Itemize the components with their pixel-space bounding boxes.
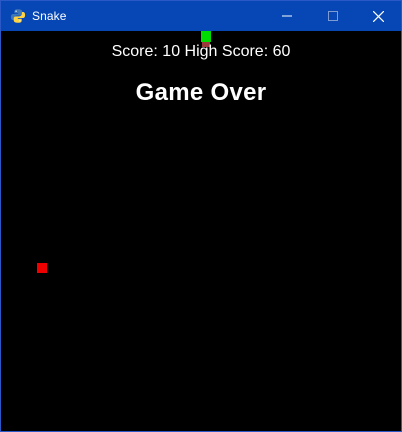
close-icon <box>372 10 384 22</box>
minimize-button[interactable] <box>264 1 310 31</box>
python-icon <box>10 8 26 24</box>
title-bar[interactable]: Snake <box>1 1 401 31</box>
game-over-text: Game Over <box>135 79 267 106</box>
game-canvas[interactable]: Score: 10 High Score: 60 Game Over <box>1 31 401 431</box>
score-display: Score: 10 High Score: 60 <box>111 43 291 60</box>
maximize-button[interactable] <box>310 1 356 31</box>
snake-window: Snake Score: 10 High Score: 60 Game Over <box>0 0 402 432</box>
close-button[interactable] <box>355 1 401 31</box>
snake-head <box>201 31 211 42</box>
food-pellet <box>37 263 47 273</box>
minimize-icon <box>282 11 292 21</box>
maximize-icon <box>328 11 338 21</box>
window-title: Snake <box>32 9 67 23</box>
